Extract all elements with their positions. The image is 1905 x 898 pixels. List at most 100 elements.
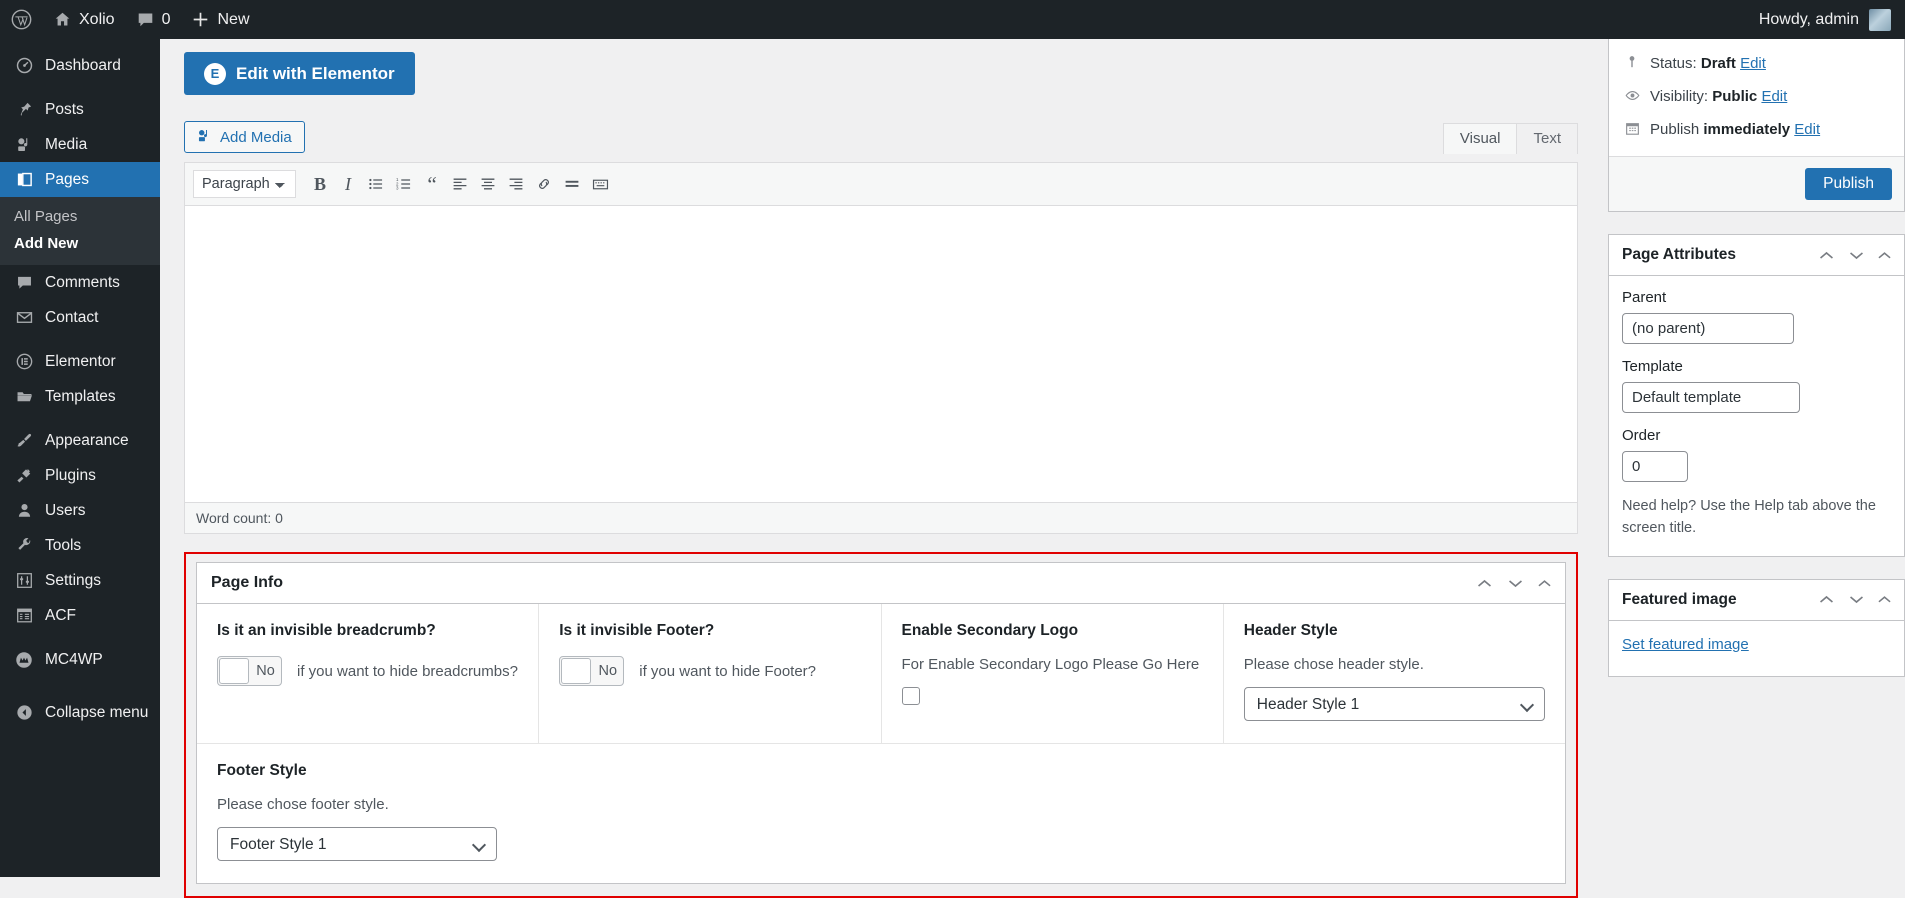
folder-icon bbox=[14, 387, 34, 407]
field-label: Enable Secondary Logo bbox=[902, 622, 1203, 640]
sidebar-item-dashboard[interactable]: Dashboard bbox=[0, 48, 160, 83]
order-input[interactable] bbox=[1622, 451, 1688, 482]
submenu-item-all-pages[interactable]: All Pages bbox=[0, 203, 160, 230]
field-footer-style: Footer Style Please chose footer style. … bbox=[197, 744, 517, 883]
side-column: Status: Draft Edit Visibility: Public Ed… bbox=[1608, 39, 1905, 699]
new-content-label: New bbox=[217, 11, 249, 29]
collapse-menu-button[interactable]: Collapse menu bbox=[0, 695, 160, 730]
submenu-item-add-new[interactable]: Add New bbox=[0, 230, 160, 257]
schedule-label: Publish bbox=[1650, 121, 1699, 138]
site-name-button[interactable]: Xolio bbox=[43, 0, 126, 39]
sidebar-item-templates[interactable]: Templates bbox=[0, 379, 160, 414]
pages-icon bbox=[14, 170, 34, 190]
publish-button[interactable]: Publish bbox=[1805, 168, 1892, 200]
wordpress-logo-button[interactable] bbox=[0, 0, 43, 39]
toggle-panel-icon[interactable] bbox=[1878, 595, 1891, 604]
align-center-icon[interactable] bbox=[475, 171, 501, 197]
field-description: Please chose header style. bbox=[1244, 656, 1545, 673]
toggle-panel-icon[interactable] bbox=[1878, 251, 1891, 260]
align-right-icon[interactable] bbox=[503, 171, 529, 197]
align-left-icon[interactable] bbox=[447, 171, 473, 197]
sidebar-item-label: Media bbox=[45, 136, 87, 154]
collapse-arrow-icon bbox=[14, 703, 34, 723]
page-attributes-header: Page Attributes bbox=[1609, 235, 1904, 276]
calendar-icon bbox=[1623, 121, 1641, 136]
site-name-label: Xolio bbox=[79, 11, 115, 29]
read-more-icon[interactable] bbox=[559, 171, 585, 197]
comments-button[interactable]: 0 bbox=[126, 0, 182, 39]
format-select[interactable]: Paragraph bbox=[193, 170, 296, 198]
add-media-button[interactable]: Add Media bbox=[184, 121, 305, 153]
publish-misc-actions: Status: Draft Edit Visibility: Public Ed… bbox=[1609, 39, 1904, 156]
sidebar-item-label: Appearance bbox=[45, 432, 129, 450]
sidebar-item-label: MC4WP bbox=[45, 651, 103, 669]
sidebar-item-acf[interactable]: ACF bbox=[0, 598, 160, 633]
bold-icon[interactable]: B bbox=[307, 171, 333, 197]
parent-select[interactable]: (no parent) bbox=[1622, 313, 1794, 344]
move-up-icon[interactable] bbox=[1818, 249, 1835, 262]
acf-grid-icon bbox=[14, 606, 34, 626]
metabox-handles bbox=[1476, 577, 1551, 590]
field-description: Please chose footer style. bbox=[217, 796, 497, 813]
sidebar-item-elementor[interactable]: Elementor bbox=[0, 344, 160, 379]
editor-content-area[interactable] bbox=[185, 206, 1577, 502]
numbered-list-icon[interactable]: 123 bbox=[391, 171, 417, 197]
sidebar-item-comments[interactable]: Comments bbox=[0, 265, 160, 300]
visibility-value: Public bbox=[1712, 88, 1757, 105]
breadcrumb-toggle[interactable]: No bbox=[217, 656, 282, 686]
footer-toggle[interactable]: No bbox=[559, 656, 624, 686]
toolbar-toggle-icon[interactable] bbox=[587, 171, 613, 197]
move-up-icon[interactable] bbox=[1476, 577, 1493, 590]
tab-visual[interactable]: Visual bbox=[1443, 123, 1518, 154]
tab-text[interactable]: Text bbox=[1516, 123, 1578, 154]
footer-style-select[interactable]: Footer Style 1 bbox=[217, 827, 497, 861]
wrench-icon bbox=[14, 536, 34, 556]
italic-icon[interactable]: I bbox=[335, 171, 361, 197]
page-attributes-title: Page Attributes bbox=[1622, 246, 1736, 264]
move-down-icon[interactable] bbox=[1507, 577, 1524, 590]
new-content-button[interactable]: New bbox=[181, 0, 260, 39]
add-media-label: Add Media bbox=[220, 129, 292, 146]
blockquote-icon[interactable]: “ bbox=[419, 171, 445, 197]
metabox-handles bbox=[1818, 593, 1891, 606]
account-menu[interactable]: Howdy, admin bbox=[1759, 9, 1905, 31]
page-info-title: Page Info bbox=[211, 574, 283, 592]
visibility-text: Visibility: Public Edit bbox=[1650, 88, 1787, 105]
field-hint: if you want to hide Footer? bbox=[639, 663, 816, 680]
sidebar-item-posts[interactable]: Posts bbox=[0, 92, 160, 127]
sidebar-item-tools[interactable]: Tools bbox=[0, 528, 160, 563]
sidebar-item-label: Contact bbox=[45, 309, 98, 327]
template-select[interactable]: Default template bbox=[1622, 382, 1800, 413]
sidebar-item-settings[interactable]: Settings bbox=[0, 563, 160, 598]
featured-image-metabox: Featured image Set featured image bbox=[1608, 579, 1905, 677]
move-down-icon[interactable] bbox=[1848, 249, 1865, 262]
parent-label: Parent bbox=[1622, 289, 1891, 306]
bulleted-list-icon[interactable] bbox=[363, 171, 389, 197]
classic-editor: Add Media Visual Text Paragraph B I bbox=[184, 121, 1578, 534]
plus-icon bbox=[192, 11, 209, 28]
edit-status-link[interactable]: Edit bbox=[1740, 55, 1766, 72]
edit-schedule-link[interactable]: Edit bbox=[1794, 121, 1820, 138]
insert-link-icon[interactable] bbox=[531, 171, 557, 197]
edit-with-elementor-button[interactable]: E Edit with Elementor bbox=[184, 52, 415, 95]
header-style-select[interactable]: Header Style 1 bbox=[1244, 687, 1545, 721]
sidebar-item-label: Posts bbox=[45, 101, 84, 119]
sidebar-item-contact[interactable]: Contact bbox=[0, 300, 160, 335]
editor-mode-tabs: Visual Text bbox=[1444, 123, 1578, 154]
sidebar-item-media[interactable]: Media bbox=[0, 127, 160, 162]
sidebar-item-plugins[interactable]: Plugins bbox=[0, 458, 160, 493]
secondary-logo-checkbox[interactable] bbox=[902, 687, 920, 705]
sidebar-item-pages[interactable]: Pages bbox=[0, 162, 160, 197]
move-down-icon[interactable] bbox=[1848, 593, 1865, 606]
publishing-action: Publish bbox=[1609, 156, 1904, 211]
sidebar-item-appearance[interactable]: Appearance bbox=[0, 423, 160, 458]
sidebar-item-label: Templates bbox=[45, 388, 116, 406]
sidebar-item-mc4wp[interactable]: MC4WP bbox=[0, 642, 160, 677]
set-featured-image-link[interactable]: Set featured image bbox=[1622, 636, 1749, 653]
toggle-panel-icon[interactable] bbox=[1538, 579, 1551, 588]
sidebar-item-label: Tools bbox=[45, 537, 81, 555]
edit-visibility-link[interactable]: Edit bbox=[1761, 88, 1787, 105]
move-up-icon[interactable] bbox=[1818, 593, 1835, 606]
sidebar-item-users[interactable]: Users bbox=[0, 493, 160, 528]
collapse-menu-label: Collapse menu bbox=[45, 704, 148, 722]
